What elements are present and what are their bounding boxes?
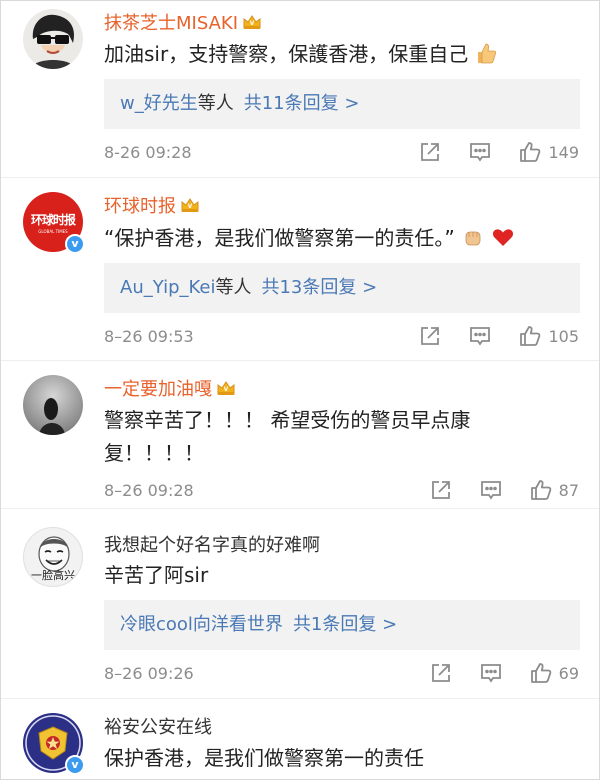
red-heart-emoji-icon	[492, 229, 513, 246]
timestamp: 8–26 09:28	[104, 481, 194, 500]
username[interactable]: 一定要加油嘎	[104, 375, 236, 401]
like-count: 105	[548, 326, 579, 346]
vip-crown-icon	[243, 15, 261, 30]
reply-suffix: 等人	[197, 93, 234, 114]
timestamp: 8–26 09:26	[104, 664, 194, 683]
like-icon	[520, 326, 541, 346]
username-text[interactable]: 一定要加油嘎	[104, 379, 212, 400]
comment-text: “保护香港，是我们做警察第一的责任。”	[104, 222, 574, 255]
reply-user-link[interactable]: w_好先生	[120, 93, 198, 114]
share-icon	[421, 143, 440, 161]
thumbs-up-emoji-icon	[478, 43, 497, 64]
comment-body: 加油sir，支持警察，保護香港，保重自己	[104, 42, 469, 66]
vip-crown-icon	[181, 198, 199, 213]
username[interactable]: 裕安公安在线	[104, 713, 212, 739]
comment-text: 警察辛苦了！！！ 希望受伤的警员早点康复！！！！	[104, 408, 471, 465]
share-icon	[431, 664, 450, 682]
timestamp: 8–26 09:53	[104, 327, 194, 346]
share-button[interactable]	[429, 661, 453, 685]
reply-summary[interactable]: 冷眼cool向洋看世界 共1条回复 >	[104, 600, 580, 650]
share-icon	[421, 327, 440, 345]
like-button[interactable]: 87	[529, 478, 579, 502]
avatar[interactable]	[23, 375, 83, 435]
share-icon	[431, 481, 450, 499]
like-icon	[530, 663, 551, 683]
fist-emoji-icon	[465, 231, 481, 246]
avatar-caption: 一脸高兴	[31, 569, 75, 582]
comment-item: v 裕安公安在线 保护香港，是我们做警察第一的责任	[1, 699, 599, 779]
reply-count-link[interactable]: 共13条回复 >	[261, 277, 377, 298]
comment-body: “保护香港，是我们做警察第一的责任。”	[104, 226, 455, 250]
avatar[interactable]: 环球时报 GLOBAL TIMES v	[23, 192, 85, 254]
comment-icon	[480, 481, 501, 499]
action-bar: 69	[403, 661, 579, 685]
comment-button[interactable]	[479, 478, 503, 502]
action-bar: 149	[392, 140, 579, 164]
like-button[interactable]: 69	[529, 661, 579, 685]
reply-suffix: 等人	[215, 277, 252, 298]
comment-button[interactable]	[468, 324, 492, 348]
like-icon	[520, 142, 541, 162]
comment-icon	[470, 327, 491, 345]
action-bar: 87	[403, 478, 579, 502]
comment-icon	[480, 664, 501, 682]
reply-user-link[interactable]: 冷眼cool向洋看世界	[120, 614, 283, 635]
comment-item: 一脸高兴 我想起个好名字真的好难啊 辛苦了阿sir 冷眼cool向洋看世界 共1条…	[1, 509, 599, 699]
username[interactable]: 环球时报	[104, 192, 200, 218]
username-text[interactable]: 抹茶芝士MISAKI	[104, 13, 238, 34]
share-button[interactable]	[418, 140, 442, 164]
avatar-logo-subtext: GLOBAL TIMES	[38, 228, 68, 234]
comment-text: 加油sir，支持警察，保護香港，保重自己	[104, 38, 544, 71]
reply-summary[interactable]: w_好先生等人 共11条回复 >	[104, 79, 580, 129]
avatar[interactable]: 一脸高兴	[23, 527, 83, 587]
comment-icon	[470, 143, 491, 161]
reply-summary[interactable]: Au_Yip_Kei等人 共13条回复 >	[104, 263, 580, 313]
comment-button[interactable]	[479, 661, 503, 685]
like-button[interactable]: 149	[518, 140, 579, 164]
avatar[interactable]	[23, 9, 83, 69]
username[interactable]: 抹茶芝士MISAKI	[104, 9, 262, 35]
comment-item: 环球时报 GLOBAL TIMES v 环球时报 “保护香港，是我们做警察第一的…	[1, 178, 599, 361]
vip-crown-icon	[217, 381, 235, 396]
comment-text: 辛苦了阿sir	[104, 563, 209, 587]
username-text[interactable]: 环球时报	[104, 196, 176, 217]
comment-button[interactable]	[468, 140, 492, 164]
verified-badge-icon: v	[65, 234, 85, 254]
like-count: 69	[558, 663, 579, 683]
share-button[interactable]	[429, 478, 453, 502]
reply-count-link[interactable]: 共1条回复 >	[293, 614, 397, 635]
timestamp: 8-26 09:28	[104, 143, 192, 162]
comment-item: 抹茶芝士MISAKI 加油sir，支持警察，保護香港，保重自己 w_好先生等人共…	[1, 1, 599, 178]
avatar-logo-text: 环球时报	[30, 212, 76, 227]
username-text[interactable]: 我想起个好名字真的好难啊	[104, 535, 320, 556]
username[interactable]: 我想起个好名字真的好难啊	[104, 531, 320, 557]
share-button[interactable]	[418, 324, 442, 348]
reply-count-link[interactable]: 共11条回复 >	[244, 93, 360, 114]
comment-list: 抹茶芝士MISAKI 加油sir，支持警察，保護香港，保重自己 w_好先生等人共…	[0, 0, 600, 780]
like-count: 87	[558, 480, 579, 500]
avatar[interactable]: v	[23, 713, 85, 775]
like-button[interactable]: 105	[518, 324, 579, 348]
like-icon	[530, 480, 551, 500]
action-bar: 105	[392, 324, 579, 348]
comment-item: 一定要加油嘎 警察辛苦了！！！ 希望受伤的警员早点康复！！！！ 8–26 09:…	[1, 361, 599, 509]
like-count: 149	[548, 142, 579, 162]
username-text[interactable]: 裕安公安在线	[104, 717, 212, 738]
verified-badge-icon: v	[65, 755, 85, 775]
reply-user-link[interactable]: Au_Yip_Kei	[120, 277, 215, 298]
comment-text: 保护香港，是我们做警察第一的责任	[104, 746, 424, 770]
